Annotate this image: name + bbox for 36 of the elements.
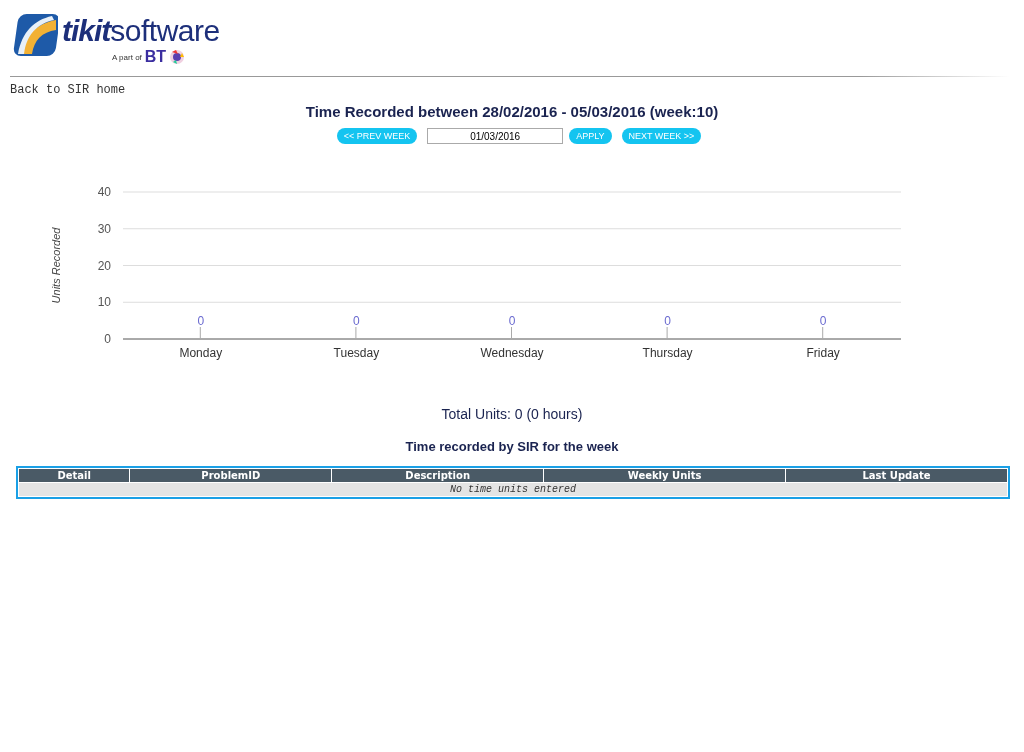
logo-text-bold: tikit [62,16,111,46]
empty-message: No time units entered [19,483,1007,496]
apply-button[interactable]: APPLY [569,128,612,144]
total-units-text: Total Units: 0 (0 hours) [440,406,584,422]
back-link[interactable]: Back to SIR home [10,83,126,97]
y-axis-title: Units Recorded [50,227,62,304]
column-header: Last Update [786,469,1007,482]
x-tick-label: Monday [179,346,223,360]
logo-text: software [110,16,220,46]
column-header: Weekly Units [544,469,786,482]
column-header: ProblemID [130,469,332,482]
column-header: Detail [19,469,130,482]
x-tick-label: Tuesday [333,346,380,360]
x-tick-label: Wednesday [480,346,544,360]
data-label: 0 [353,314,360,328]
y-tick-label: 10 [97,295,111,310]
logo-tagline: A part of [112,52,142,62]
y-tick-label: 30 [97,221,111,236]
x-tick-label: Thursday [642,346,693,360]
data-label: 0 [508,314,516,328]
prev-week-button[interactable]: << PREV WEEK [336,128,418,144]
data-label: 0 [819,314,827,328]
y-tick-label: 40 [97,185,111,199]
data-label: 0 [197,314,205,328]
next-week-button[interactable]: NEXT WEEK >> [621,128,702,144]
date-field[interactable]: 01/03/2016 [427,128,564,144]
y-tick-label: 0 [104,332,111,346]
data-label: 0 [664,314,671,328]
globe-logo-icon [169,49,186,65]
parent-logo-text: BT [144,48,167,66]
page-title: Time Recorded between 28/02/2016 - 05/03/2016 (week:10) [304,103,720,120]
y-tick-label: 20 [97,258,111,273]
table-title: Time recorded by SIR for the week [404,439,620,454]
column-header: Description [332,469,544,482]
x-tick-label: Friday [806,346,840,360]
logo-swoosh-icon [12,12,58,58]
